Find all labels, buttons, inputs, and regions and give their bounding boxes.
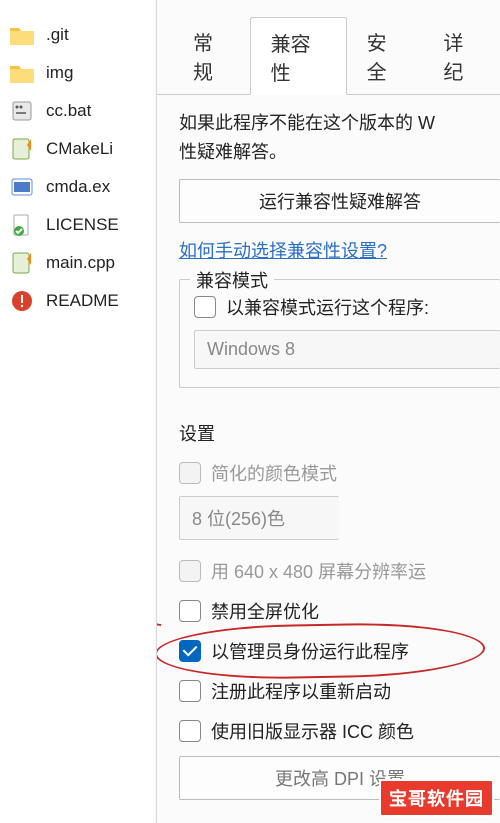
properties-dialog: 常规 兼容性 安全 详纪 如果此程序不能在这个版本的 W 性疑难解答。 运行兼容… [156, 0, 500, 823]
checkbox-label: 用 640 x 480 屏幕分辨率运 [211, 558, 426, 584]
tab-general[interactable]: 常规 [173, 17, 250, 95]
checkbox-label: 禁用全屏优化 [211, 598, 319, 624]
compatibility-panel: 如果此程序不能在这个版本的 W 性疑难解答。 运行兼容性疑难解答 如何手动选择兼… [157, 95, 500, 823]
watermark: 宝哥软件园 [379, 779, 494, 817]
group-title: 兼容模式 [190, 267, 274, 293]
file-item[interactable]: LICENSE [0, 206, 156, 244]
tab-security[interactable]: 安全 [347, 17, 424, 95]
file-name: LICENSE [46, 215, 119, 235]
compat-mode-select[interactable]: Windows 8 [194, 330, 500, 369]
checkbox-label: 使用旧版显示器 ICC 颜色 [211, 718, 414, 744]
readme-file-icon [8, 289, 36, 313]
compat-mode-group: 兼容模式 以兼容模式运行这个程序: Windows 8 [179, 279, 500, 388]
license-file-icon [8, 213, 36, 237]
file-name: main.cpp [46, 253, 115, 273]
bat-file-icon [8, 99, 36, 123]
description-text: 如果此程序不能在这个版本的 W 性疑难解答。 [179, 109, 500, 167]
code-file-icon [8, 137, 36, 161]
file-item[interactable]: img [0, 54, 156, 92]
color-depth-select: 8 位(256)色 [179, 496, 339, 540]
file-name: README [46, 291, 119, 311]
file-item[interactable]: .git [0, 16, 156, 54]
low-res-checkbox [179, 560, 201, 582]
file-item[interactable]: README [0, 282, 156, 320]
settings-group: 设置 简化的颜色模式 8 位(256)色 用 640 x 480 屏幕分辨率运 … [179, 406, 500, 823]
checkbox-label: 简化的颜色模式 [211, 460, 337, 486]
file-item[interactable]: cmda.ex [0, 168, 156, 206]
reduced-color-checkbox [179, 462, 201, 484]
legacy-icc-checkbox[interactable] [179, 720, 201, 742]
disable-fullscreen-checkbox[interactable] [179, 600, 201, 622]
folder-icon [8, 23, 36, 47]
file-list: .git img cc.bat CMakeLi cmda.ex LICENSE [0, 0, 156, 823]
file-item[interactable]: CMakeLi [0, 130, 156, 168]
run-as-admin-checkbox[interactable] [179, 640, 201, 662]
tab-details[interactable]: 详纪 [423, 17, 500, 95]
folder-icon [8, 61, 36, 85]
file-name: CMakeLi [46, 139, 113, 159]
file-name: .git [46, 25, 69, 45]
tab-bar: 常规 兼容性 安全 详纪 [157, 0, 500, 95]
manual-settings-link[interactable]: 如何手动选择兼容性设置? [179, 237, 387, 263]
file-name: img [46, 63, 73, 83]
checkbox-label: 注册此程序以重新启动 [211, 678, 391, 704]
group-title: 设置 [179, 420, 500, 446]
file-item[interactable]: main.cpp [0, 244, 156, 282]
file-name: cc.bat [46, 101, 91, 121]
compat-mode-checkbox[interactable] [194, 296, 216, 318]
exe-file-icon [8, 175, 36, 199]
file-item[interactable]: cc.bat [0, 92, 156, 130]
register-restart-checkbox[interactable] [179, 680, 201, 702]
file-name: cmda.ex [46, 177, 110, 197]
checkbox-label: 以兼容模式运行这个程序: [226, 294, 429, 320]
run-troubleshooter-button[interactable]: 运行兼容性疑难解答 [179, 179, 500, 223]
checkbox-label: 以管理员身份运行此程序 [211, 638, 409, 664]
tab-compatibility[interactable]: 兼容性 [250, 17, 347, 95]
code-file-icon [8, 251, 36, 275]
